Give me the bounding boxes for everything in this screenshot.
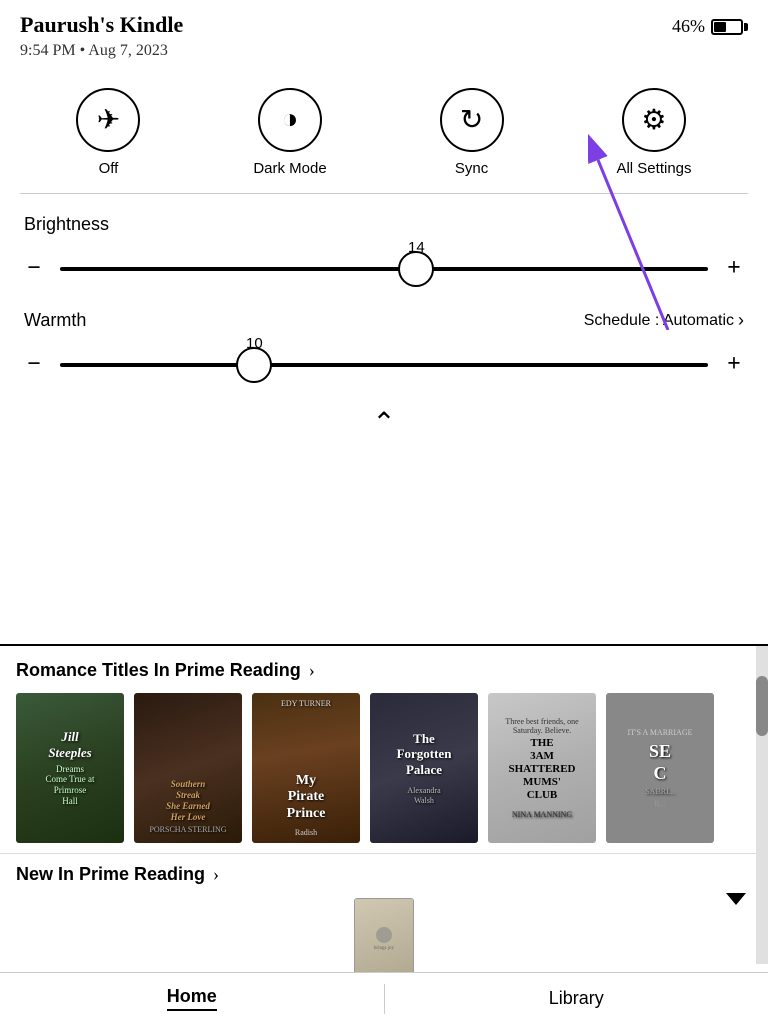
warmth-decrease-button[interactable]: − [24,351,44,378]
list-item[interactable]: IT'S A MARRIAGE SEC SABRI... R... [606,693,714,843]
quick-buttons-row: ✈ Off ◑ Dark Mode ↻ Sync ⚙ All Settings [20,78,748,193]
battery-area: 46% [672,12,748,37]
romance-section-arrow-icon[interactable]: › [309,660,315,681]
warmth-slider-container: − 10 + [24,351,744,378]
battery-percentage: 46% [672,16,705,37]
airplane-label: Off [99,160,119,177]
dark-mode-button[interactable]: ◑ Dark Mode [253,88,326,177]
airplane-mode-button[interactable]: ✈ Off [76,88,140,177]
romance-section-title: Romance Titles In Prime Reading [16,660,301,681]
warmth-label: Warmth [24,310,86,331]
warmth-schedule-button[interactable]: Schedule : Automatic › [584,310,744,331]
sync-icon: ↻ [440,88,504,152]
scroll-down-icon[interactable] [724,885,748,914]
warmth-section: Warmth Schedule : Automatic › − 10 + [0,300,768,396]
device-name: Paurush's Kindle [20,12,183,38]
brightness-slider-container: − 14 + [24,255,744,282]
books-row: JillSteeples DreamsCome True atPrimroseH… [16,693,752,843]
list-item[interactable]: EDY TURNER MyPiratePrince Radish [252,693,360,843]
brightness-decrease-button[interactable]: − [24,255,44,282]
all-settings-label: All Settings [616,160,691,177]
list-item[interactable]: Three best friends, one Saturday. Believ… [488,693,596,843]
book-thumb-image: brings joy [369,923,399,953]
battery-icon [711,19,748,35]
warmth-slider-thumb[interactable] [236,347,272,383]
home-nav-button[interactable]: Home [0,973,384,1024]
warmth-schedule-label: Schedule : Automatic [584,312,734,330]
bottom-panel: Romance Titles In Prime Reading › JillSt… [0,644,768,1024]
brightness-increase-button[interactable]: + [724,255,744,282]
current-book-thumbnail[interactable]: brings joy [354,898,414,978]
dark-mode-icon: ◑ [258,88,322,152]
warmth-increase-button[interactable]: + [724,351,744,378]
all-settings-button[interactable]: ⚙ All Settings [616,88,691,177]
romance-title-row: Romance Titles In Prime Reading › [16,660,752,681]
home-nav-label: Home [167,986,217,1011]
collapse-area[interactable]: ⌃ [0,396,768,456]
svg-text:brings joy: brings joy [374,946,395,951]
bottom-nav: Home Library [0,972,768,1024]
brightness-label: Brightness [24,214,744,235]
warmth-header: Warmth Schedule : Automatic › [24,310,744,331]
list-item[interactable]: SouthernStreakShe EarnedHer Love PORSCHA… [134,693,242,843]
collapse-icon: ⌃ [372,406,395,440]
list-item[interactable]: JillSteeples DreamsCome True atPrimroseH… [16,693,124,843]
romance-section: Romance Titles In Prime Reading › JillSt… [0,646,768,853]
quick-settings-panel: ✈ Off ◑ Dark Mode ↻ Sync ⚙ All Settings [0,68,768,194]
gear-icon: ⚙ [622,88,686,152]
brightness-slider-thumb[interactable] [398,251,434,287]
sync-label: Sync [455,160,488,177]
library-nav-label: Library [549,988,604,1009]
new-prime-section: New In Prime Reading › [0,853,768,891]
warmth-slider-track[interactable]: 10 [60,363,708,367]
time-date: 9:54 PM • Aug 7, 2023 [20,42,183,60]
scrollbar-thumb[interactable] [756,676,768,736]
status-bar: Paurush's Kindle 9:54 PM • Aug 7, 2023 4… [0,0,768,68]
new-prime-arrow-icon[interactable]: › [213,864,219,885]
sync-button[interactable]: ↻ Sync [440,88,504,177]
list-item[interactable]: TheForgottenPalace AlexandraWalsh [370,693,478,843]
scrollbar[interactable] [756,646,768,964]
dark-mode-label: Dark Mode [253,160,326,177]
brightness-section: Brightness − 14 + [0,194,768,300]
brightness-slider-track[interactable]: 14 [60,267,708,271]
library-nav-button[interactable]: Library [385,973,768,1024]
new-prime-title: New In Prime Reading [16,864,205,885]
chevron-right-icon: › [738,310,744,331]
airplane-icon: ✈ [76,88,140,152]
